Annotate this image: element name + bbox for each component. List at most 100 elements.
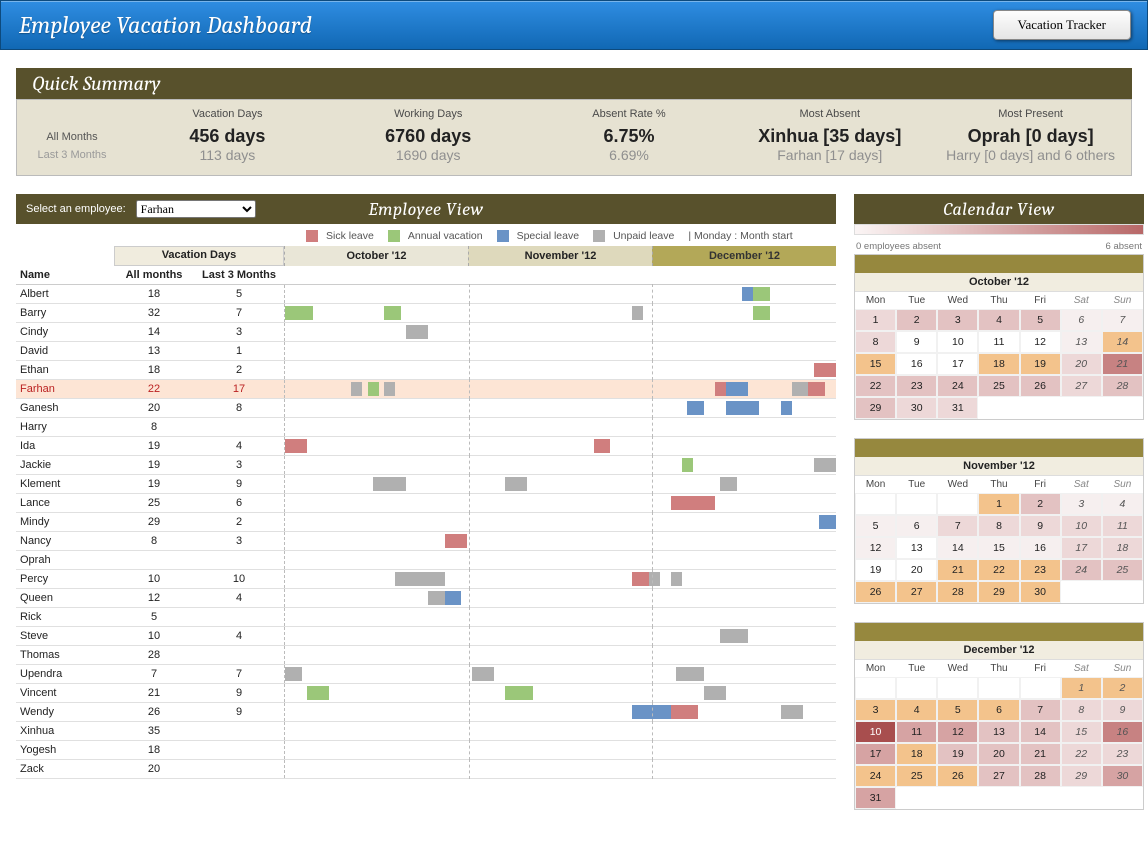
calendar-day[interactable]: 16 [1102,721,1143,743]
calendar-day[interactable]: 15 [855,353,896,375]
calendar-day[interactable]: 25 [978,375,1019,397]
calendar-day[interactable]: 21 [937,559,978,581]
calendar-day[interactable]: 6 [978,699,1019,721]
table-row[interactable]: Farhan2217 [16,380,836,399]
calendar-day[interactable]: 19 [1020,353,1061,375]
table-row[interactable]: Steve104 [16,627,836,646]
calendar-day[interactable]: 24 [855,765,896,787]
calendar-day[interactable]: 14 [1102,331,1143,353]
calendar-day[interactable]: 23 [1102,743,1143,765]
calendar-day[interactable]: 20 [896,559,937,581]
calendar-day[interactable]: 22 [855,375,896,397]
calendar-day[interactable]: 4 [1102,493,1143,515]
calendar-day[interactable]: 10 [855,721,896,743]
calendar-day[interactable]: 13 [1061,331,1102,353]
calendar-day[interactable]: 5 [1020,309,1061,331]
table-row[interactable]: Albert185 [16,285,836,304]
table-row[interactable]: Vincent219 [16,684,836,703]
calendar-day[interactable]: 9 [1020,515,1061,537]
calendar-day[interactable]: 15 [1061,721,1102,743]
table-row[interactable]: Percy1010 [16,570,836,589]
calendar-day[interactable]: 28 [937,581,978,603]
calendar-day[interactable]: 26 [937,765,978,787]
calendar-day[interactable]: 20 [1061,353,1102,375]
table-row[interactable]: Queen124 [16,589,836,608]
calendar-day[interactable]: 1 [978,493,1019,515]
table-row[interactable]: Jackie193 [16,456,836,475]
calendar-day[interactable]: 31 [937,397,978,419]
calendar-day[interactable]: 1 [1061,677,1102,699]
calendar-day[interactable]: 15 [978,537,1019,559]
calendar-day[interactable]: 12 [855,537,896,559]
calendar-day[interactable]: 19 [937,743,978,765]
calendar-day[interactable]: 4 [896,699,937,721]
calendar-day[interactable]: 20 [978,743,1019,765]
calendar-day[interactable]: 8 [855,331,896,353]
calendar-day[interactable]: 24 [937,375,978,397]
calendar-day[interactable]: 30 [1102,765,1143,787]
calendar-day[interactable]: 30 [896,397,937,419]
calendar-day[interactable]: 2 [1102,677,1143,699]
calendar-day[interactable]: 16 [1020,537,1061,559]
table-row[interactable]: Nancy83 [16,532,836,551]
table-row[interactable]: Mindy292 [16,513,836,532]
table-row[interactable]: David131 [16,342,836,361]
calendar-day[interactable]: 29 [855,397,896,419]
table-row[interactable]: Xinhua35 [16,722,836,741]
calendar-day[interactable]: 22 [978,559,1019,581]
calendar-day[interactable]: 26 [855,581,896,603]
calendar-day[interactable]: 28 [1102,375,1143,397]
calendar-day[interactable]: 12 [1020,331,1061,353]
calendar-day[interactable]: 28 [1020,765,1061,787]
calendar-day[interactable]: 8 [978,515,1019,537]
calendar-day[interactable]: 22 [1061,743,1102,765]
table-row[interactable]: Wendy269 [16,703,836,722]
calendar-day[interactable]: 18 [896,743,937,765]
calendar-day[interactable]: 9 [1102,699,1143,721]
table-row[interactable]: Upendra77 [16,665,836,684]
calendar-day[interactable]: 7 [1020,699,1061,721]
calendar-day[interactable]: 19 [855,559,896,581]
calendar-day[interactable]: 12 [937,721,978,743]
calendar-day[interactable]: 18 [978,353,1019,375]
calendar-day[interactable]: 7 [937,515,978,537]
calendar-day[interactable]: 8 [1061,699,1102,721]
calendar-day[interactable]: 30 [1020,581,1061,603]
table-row[interactable]: Harry8 [16,418,836,437]
calendar-day[interactable]: 17 [937,353,978,375]
calendar-day[interactable]: 2 [896,309,937,331]
calendar-day[interactable]: 24 [1061,559,1102,581]
calendar-day[interactable]: 5 [937,699,978,721]
table-row[interactable]: Barry327 [16,304,836,323]
calendar-day[interactable]: 11 [978,331,1019,353]
calendar-day[interactable]: 27 [1061,375,1102,397]
calendar-day[interactable]: 25 [1102,559,1143,581]
table-row[interactable]: Cindy143 [16,323,836,342]
calendar-day[interactable]: 11 [1102,515,1143,537]
calendar-day[interactable]: 31 [855,787,896,809]
calendar-day[interactable]: 21 [1102,353,1143,375]
calendar-day[interactable]: 13 [978,721,1019,743]
calendar-day[interactable]: 5 [855,515,896,537]
calendar-day[interactable]: 3 [855,699,896,721]
calendar-day[interactable]: 21 [1020,743,1061,765]
table-row[interactable]: Klement199 [16,475,836,494]
calendar-day[interactable]: 7 [1102,309,1143,331]
calendar-day[interactable]: 9 [896,331,937,353]
calendar-day[interactable]: 6 [896,515,937,537]
calendar-day[interactable]: 3 [937,309,978,331]
table-row[interactable]: Ida194 [16,437,836,456]
table-row[interactable]: Ganesh208 [16,399,836,418]
calendar-day[interactable]: 17 [855,743,896,765]
calendar-day[interactable]: 14 [1020,721,1061,743]
table-row[interactable]: Oprah [16,551,836,570]
calendar-day[interactable]: 27 [978,765,1019,787]
calendar-day[interactable]: 11 [896,721,937,743]
calendar-day[interactable]: 3 [1061,493,1102,515]
calendar-day[interactable]: 16 [896,353,937,375]
calendar-day[interactable]: 10 [1061,515,1102,537]
calendar-day[interactable]: 1 [855,309,896,331]
calendar-day[interactable]: 27 [896,581,937,603]
calendar-day[interactable]: 23 [1020,559,1061,581]
table-row[interactable]: Rick5 [16,608,836,627]
